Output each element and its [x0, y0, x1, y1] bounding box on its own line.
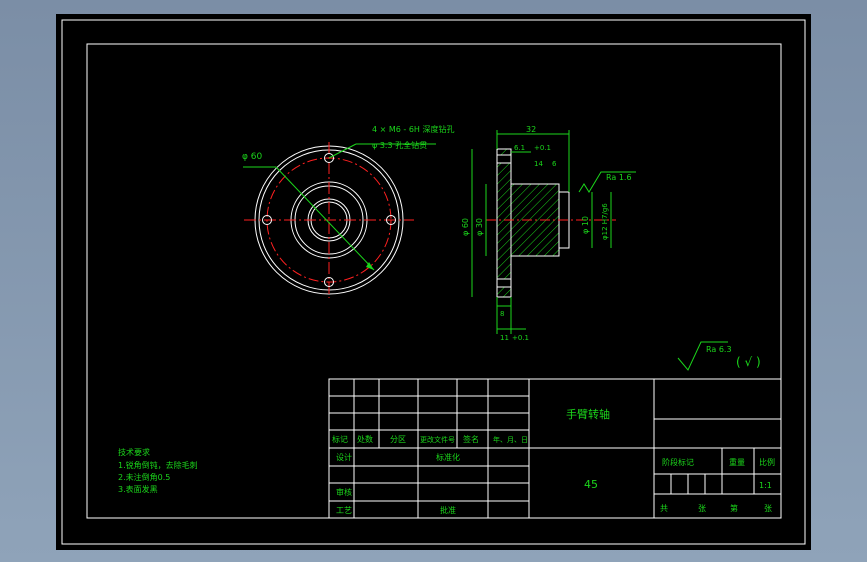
- design-label: 设计: [336, 452, 352, 462]
- header-change-doc: 更改文件号: [420, 435, 455, 444]
- flange-hole-bottom: [496, 278, 512, 288]
- sheets-of-1: 张: [698, 504, 706, 513]
- tech-notes: 技术要求 1.锐角倒钝，去除毛刺 2.未注倒角0.5 3.表面发黑: [118, 447, 198, 494]
- standard-label: 标准化: [436, 452, 460, 462]
- title-block: [328, 378, 782, 519]
- dia-right: φ 10: [581, 216, 590, 234]
- diameter-60-label: φ 60: [242, 152, 263, 162]
- roughness-paren-label: ( √ ): [736, 355, 761, 369]
- dim-bottom-1: 8: [500, 310, 504, 318]
- tech-note-1: 1.锐角倒钝，去除毛刺: [118, 460, 198, 470]
- fit-note: φ12 H7/g6: [601, 203, 609, 240]
- review-label: 审核: [336, 487, 352, 497]
- header-zone: 分区: [390, 435, 406, 444]
- tech-note-3: 3.表面发黑: [118, 484, 158, 494]
- roughness-right-label: Ra 1.6: [606, 173, 632, 182]
- dim-bottom-3: +0.1: [512, 334, 529, 342]
- tech-note-2: 2.未注倒角0.5: [118, 472, 170, 482]
- dim-small-1: 6.1: [514, 144, 525, 152]
- cad-drawing: φ 60 4 × M6 - 6H 深度钻孔 φ 3.3 孔全钻贯 32 6.1 …: [61, 19, 806, 545]
- header-mark: 标记: [332, 434, 348, 444]
- general-roughness: Ra 6.3 ( √ ): [677, 341, 761, 371]
- dim-small-4: 6: [552, 160, 557, 168]
- process-label: 工艺: [336, 506, 352, 515]
- inner-frame: [86, 43, 782, 519]
- dim-small-3: 14: [534, 160, 543, 168]
- scale-label: 比例: [759, 457, 775, 467]
- weight-label: 重量: [729, 457, 745, 467]
- scale-value: 1:1: [759, 481, 772, 490]
- material: 45: [584, 478, 598, 491]
- sheets-of-2: 张: [764, 504, 772, 513]
- flange-hole-top: [496, 154, 512, 164]
- flange-section: [496, 148, 512, 298]
- sheets-page: 第: [730, 503, 738, 513]
- part-name: 手臂转轴: [566, 407, 610, 421]
- sheets-label: 共: [660, 504, 668, 513]
- approve-label: 批准: [440, 505, 456, 515]
- dim-small-2: +0.1: [534, 144, 551, 152]
- header-date: 年、月、日: [493, 435, 528, 444]
- header-signature: 签名: [463, 434, 479, 444]
- dim-bottom-2: 11: [500, 334, 509, 342]
- dia-left-1: φ 60: [461, 218, 470, 236]
- hole-callout-line1: 4 × M6 - 6H 深度钻孔: [372, 124, 455, 134]
- tech-notes-title: 技术要求: [118, 447, 150, 457]
- stage-label: 阶段标记: [662, 457, 694, 467]
- drawing-canvas: φ 60 4 × M6 - 6H 深度钻孔 φ 3.3 孔全钻贯 32 6.1 …: [56, 14, 811, 550]
- dim-width-top: 32: [526, 125, 536, 134]
- header-count: 处数: [357, 434, 373, 444]
- section-view: 32 6.1 +0.1 14 6 Ra 1.6 φ 60 φ 30 φ 10 φ…: [461, 125, 636, 342]
- dia-left-2: φ 30: [475, 218, 484, 236]
- hole-callout-line2: φ 3.3 孔全钻贯: [372, 140, 427, 150]
- roughness-general-label: Ra 6.3: [706, 345, 732, 354]
- front-view: φ 60 4 × M6 - 6H 深度钻孔 φ 3.3 孔全钻贯: [242, 124, 455, 298]
